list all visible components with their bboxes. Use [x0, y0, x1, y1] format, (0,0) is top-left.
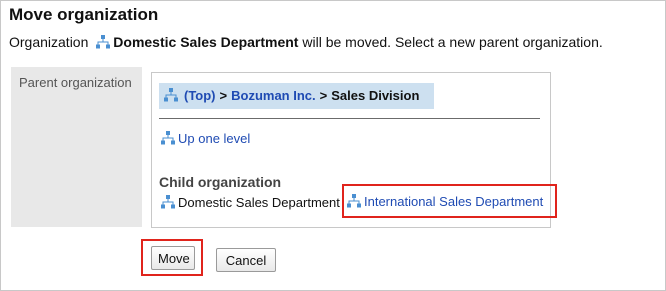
up-one-level-row[interactable]: Up one level — [161, 131, 250, 146]
moved-org-name: Domestic Sales Department — [113, 34, 299, 50]
child-org-item-domestic: Domestic Sales Department — [161, 195, 340, 210]
organization-icon — [161, 131, 175, 145]
parent-org-label-cell: Parent organization — [11, 67, 142, 227]
child-org-list: Domestic Sales Department International … — [161, 184, 558, 218]
organization-icon — [161, 195, 175, 209]
breadcrumb-separator: > — [219, 88, 228, 103]
move-button-highlight: Move — [141, 239, 203, 276]
move-description: Organization Domestic Sales Department w… — [9, 34, 603, 50]
child-org-label: Domestic Sales Department — [178, 195, 340, 210]
breadcrumb-current: Sales Division — [331, 88, 420, 103]
parent-org-label: Parent organization — [19, 75, 132, 90]
desc-suffix: will be moved. Select a new parent organ… — [302, 34, 603, 50]
organization-icon — [347, 194, 361, 208]
divider — [159, 118, 540, 119]
move-button[interactable]: Move — [151, 246, 195, 270]
child-org-item-international[interactable]: International Sales Department — [342, 184, 558, 218]
breadcrumb-separator: > — [319, 88, 328, 103]
cancel-button[interactable]: Cancel — [216, 248, 276, 272]
up-one-level-link[interactable]: Up one level — [178, 131, 250, 146]
breadcrumb-top-link[interactable]: (Top) — [184, 88, 216, 103]
child-org-link[interactable]: International Sales Department — [364, 194, 543, 209]
organization-icon — [164, 88, 178, 102]
breadcrumb: (Top) > Bozuman Inc. > Sales Division — [159, 83, 434, 109]
org-selector-panel: (Top) > Bozuman Inc. > Sales Division Up one… — [151, 72, 558, 228]
organization-icon — [96, 35, 111, 49]
page-title: Move organization — [9, 5, 159, 24]
child-org-heading: Child organization — [159, 174, 282, 190]
desc-prefix: Organization — [9, 34, 89, 50]
breadcrumb-bozuman-link[interactable]: Bozuman Inc. — [231, 88, 316, 103]
